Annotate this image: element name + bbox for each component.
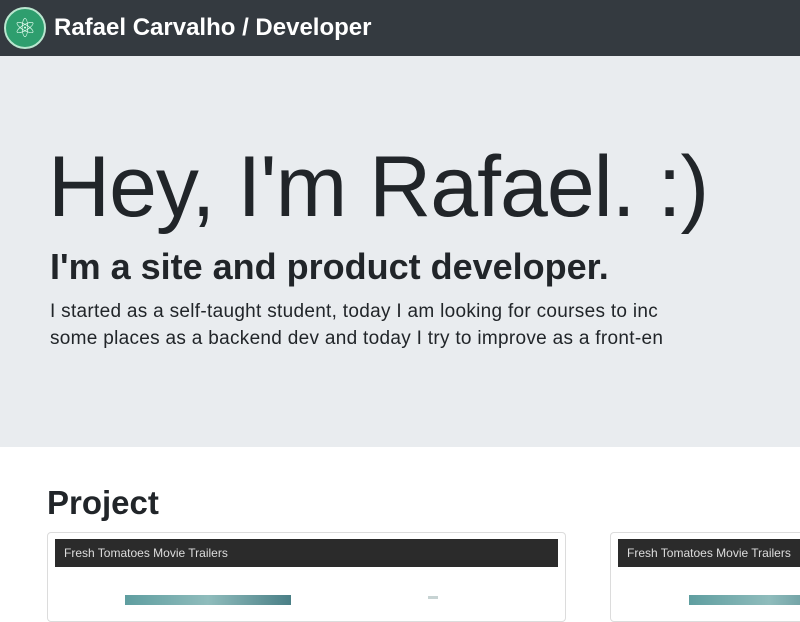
project-card[interactable]: Fresh Tomatoes Movie Trailers [47,532,566,622]
projects-title: Project [47,484,159,521]
brand-title[interactable]: Rafael Carvalho / Developer [54,14,371,42]
project-card-title[interactable]: Fresh Tomatoes Movie Trailers [618,539,800,567]
hero-bio: I started as a self-taught student, toda… [50,298,800,352]
hero-bio-line: I started as a self-taught student, toda… [50,301,659,322]
hero-title: Hey, I'm Rafael. :) [48,139,709,235]
hero-subtitle: I'm a site and product developer. [50,246,609,287]
hero-bio-line: some places as a backend dev and today I… [50,328,664,349]
project-card-title[interactable]: Fresh Tomatoes Movie Trailers [55,539,558,567]
atom-icon[interactable]: ⚛ [4,7,46,49]
project-card[interactable]: Fresh Tomatoes Movie Trailers [610,532,800,622]
hero-section: Hey, I'm Rafael. :) I'm a site and produ… [0,56,800,447]
project-thumbnail[interactable] [689,595,800,605]
project-thumbnail[interactable] [125,595,291,605]
project-thumbnail-detail [428,596,438,599]
navbar: ⚛ Rafael Carvalho / Developer [0,0,800,56]
